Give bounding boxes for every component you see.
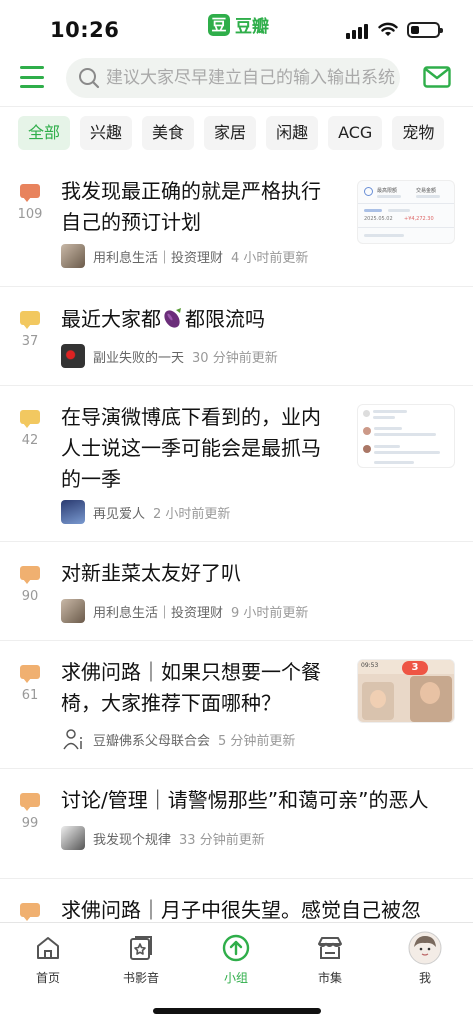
home-icon — [37, 937, 59, 959]
search-bar[interactable] — [66, 58, 400, 98]
group-name[interactable]: 再见爱人 — [93, 503, 145, 522]
menu-icon[interactable] — [20, 66, 44, 88]
category-all[interactable]: 全部 — [18, 116, 71, 150]
group-name[interactable]: 用利息生活｜投资理财 — [93, 247, 223, 266]
search-input[interactable] — [106, 68, 396, 88]
post-meta: 豆瓣佛系父母联合会 5 分钟前更新 — [61, 727, 295, 751]
category-tabs: 全部 兴趣 美食 家居 闲趣 ACG 宠物 — [18, 116, 473, 150]
status-bar: 10:26 豆 豆瓣 — [0, 0, 473, 52]
group-avatar — [61, 826, 85, 850]
post-time: 5 分钟前更新 — [218, 733, 296, 749]
avatar-icon — [408, 931, 442, 965]
group-name[interactable]: 副业失败的一天 — [93, 347, 184, 366]
post-time: 2 小时前更新 — [153, 506, 231, 522]
tab-home[interactable]: 首页 — [8, 931, 88, 986]
category-acg[interactable]: ACG — [328, 116, 383, 150]
tab-books-movies[interactable]: 书影音 — [101, 931, 181, 986]
category-home[interactable]: 家居 — [204, 116, 257, 150]
post-title[interactable]: 最近大家都 都限流吗 — [61, 304, 265, 335]
top-bar — [0, 56, 473, 100]
post-time: 4 小时前更新 — [231, 250, 309, 266]
post-time: 33 分钟前更新 — [179, 832, 265, 848]
comment-icon — [20, 665, 40, 683]
post-meta: 用利息生活｜投资理财 4 小时前更新 — [61, 244, 308, 268]
top-divider — [0, 106, 473, 107]
category-pets[interactable]: 宠物 — [392, 116, 445, 150]
comment-count: 109 — [16, 184, 44, 222]
group-name[interactable]: 我发现个规律 — [93, 829, 171, 848]
mail-icon[interactable] — [423, 66, 451, 88]
group-avatar — [61, 727, 85, 751]
group-name[interactable]: 豆瓣佛系父母联合会 — [93, 730, 210, 749]
group-arrow-icon — [222, 934, 250, 962]
post-title[interactable]: 讨论/管理｜请警惕那些”和蔼可亲”的恶人 — [61, 785, 428, 816]
category-food[interactable]: 美食 — [142, 116, 195, 150]
post-thumbnail[interactable]: 09:53 3 — [357, 659, 455, 723]
post-item[interactable]: 37 最近大家都 都限流吗 副业失败的一天 30 分钟前更新 — [0, 287, 473, 386]
tab-groups[interactable]: 小组 — [196, 931, 276, 986]
post-feed: 109 我发现最正确的就是严格执行 自己的预订计划 用利息生活｜投资理财 4 小… — [0, 160, 473, 922]
post-item[interactable]: 109 我发现最正确的就是严格执行 自己的预订计划 用利息生活｜投资理财 4 小… — [0, 160, 473, 287]
wifi-icon — [378, 22, 398, 36]
post-thumbnail[interactable] — [357, 404, 455, 468]
comment-count: 90 — [16, 566, 44, 604]
comment-icon — [20, 903, 40, 921]
post-title[interactable]: 在导演微博底下看到的，业内 人士说这一季可能会是最抓马 的一季 — [61, 402, 321, 495]
post-title[interactable]: 对新韭菜太友好了叭 — [61, 558, 241, 589]
post-item[interactable]: 90 对新韭菜太友好了叭 用利息生活｜投资理财 9 小时前更新 — [0, 542, 473, 641]
comment-count: 61 — [16, 903, 44, 922]
post-item[interactable]: 61 求佛问路｜月子中很失望。感觉自己被忽 略 — [0, 879, 473, 922]
post-title[interactable]: 求佛问路｜如果只想要一个餐 椅，大家推荐下面哪种？ — [61, 657, 321, 719]
comment-icon — [20, 793, 40, 811]
post-title[interactable]: 我发现最正确的就是严格执行 自己的预订计划 — [61, 176, 321, 238]
post-item[interactable]: 42 在导演微博底下看到的，业内 人士说这一季可能会是最抓马 的一季 再见爱人 … — [0, 386, 473, 542]
market-icon — [318, 937, 342, 959]
post-meta: 副业失败的一天 30 分钟前更新 — [61, 344, 278, 368]
post-meta: 我发现个规律 33 分钟前更新 — [61, 826, 265, 850]
post-title[interactable]: 求佛问路｜月子中很失望。感觉自己被忽 略 — [61, 895, 421, 922]
category-leisure[interactable]: 闲趣 — [266, 116, 319, 150]
status-time: 10:26 — [50, 18, 120, 42]
post-item[interactable]: 61 求佛问路｜如果只想要一个餐 椅，大家推荐下面哪种？ 豆瓣佛系父母联合会 5… — [0, 641, 473, 769]
comment-icon — [20, 566, 40, 584]
group-avatar — [61, 344, 85, 368]
post-time: 9 小时前更新 — [231, 605, 309, 621]
post-time: 30 分钟前更新 — [192, 350, 278, 366]
post-item[interactable]: 99 讨论/管理｜请警惕那些”和蔼可亲”的恶人 我发现个规律 33 分钟前更新 — [0, 769, 473, 879]
app-badge: 豆 豆瓣 — [208, 12, 269, 37]
tab-market[interactable]: 市集 — [290, 931, 370, 986]
group-avatar — [61, 599, 85, 623]
post-meta: 再见爱人 2 小时前更新 — [61, 500, 230, 524]
group-avatar — [61, 500, 85, 524]
tab-me[interactable]: 我 — [385, 931, 465, 986]
comment-count: 61 — [16, 665, 44, 703]
comment-count: 99 — [16, 793, 44, 831]
category-interest[interactable]: 兴趣 — [80, 116, 133, 150]
battery-icon — [407, 22, 443, 38]
search-icon — [79, 68, 100, 89]
eggplant-emoji-icon — [164, 308, 181, 328]
comment-icon — [20, 410, 40, 428]
signal-icon — [346, 24, 368, 39]
comment-icon — [20, 184, 40, 202]
post-meta: 用利息生活｜投资理财 9 小时前更新 — [61, 599, 308, 623]
app-name: 豆瓣 — [235, 17, 269, 37]
post-thumbnail[interactable]: 最高限额 交易金额 2025.05.02 +¥4,272.30 — [357, 180, 455, 244]
star-card-icon — [130, 936, 152, 960]
comment-count: 37 — [16, 311, 44, 349]
group-name[interactable]: 用利息生活｜投资理财 — [93, 602, 223, 621]
douban-logo-icon: 豆 — [208, 13, 230, 36]
comment-icon — [20, 311, 40, 329]
home-indicator — [153, 1008, 321, 1014]
group-avatar — [61, 244, 85, 268]
comment-count: 42 — [16, 410, 44, 448]
